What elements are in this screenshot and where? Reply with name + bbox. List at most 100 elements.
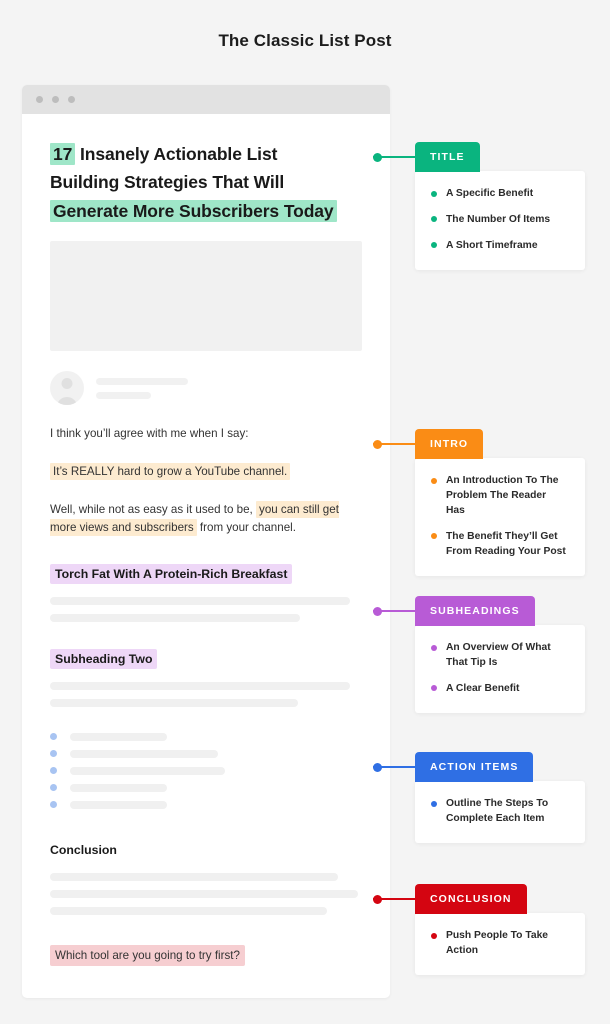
bullet-icon (50, 767, 57, 775)
bullet-icon (431, 477, 437, 484)
bullet-icon (50, 733, 57, 741)
browser-title-bar (22, 85, 390, 114)
list-item-label: An Introduction To The Problem The Reade… (446, 475, 559, 516)
subheading-one-highlight: Torch Fat With A Protein-Rich Breakfast (50, 563, 293, 584)
window-dot-minimize-icon[interactable] (52, 96, 59, 103)
list-item (50, 732, 362, 741)
subheading-one: Torch Fat With A Protein-Rich Breakfast (50, 563, 293, 584)
byline-line-2 (96, 391, 151, 399)
placeholder-bar (70, 732, 167, 741)
avatar-body-shape (56, 397, 78, 406)
bullet-icon (431, 800, 437, 807)
list-item: A Clear Benefit (431, 682, 567, 697)
connector-dot-action-items (373, 762, 382, 772)
list-item: The Benefit They’ll Get From Reading You… (431, 530, 567, 560)
card-subheadings: An Overview Of What That Tip Is A Clear … (415, 625, 585, 713)
badge-intro[interactable]: INTRO (415, 429, 484, 459)
list-item: A Short Timeframe (431, 239, 567, 254)
avatar-head-shape (61, 378, 73, 390)
benefit-text-pre: Well, while not as easy as it used to be… (50, 502, 257, 516)
list-item (50, 766, 362, 775)
subheading-two: Subheading Two (50, 648, 158, 669)
closing-question: Which tool are you going to try first? (50, 944, 245, 966)
bullet-icon (431, 533, 437, 540)
article-headline: 17 Insanely Actionable List Building Str… (50, 140, 362, 225)
connector-dot-intro (373, 439, 382, 449)
list-item: An Overview Of What That Tip Is (431, 641, 567, 671)
conclusion-heading: Conclusion (50, 842, 117, 857)
problem-paragraph: It’s REALLY hard to grow a YouTube chann… (50, 463, 362, 481)
card-intro: An Introduction To The Problem The Reade… (415, 458, 585, 576)
card-title-list: A Specific Benefit The Number Of Items A… (431, 187, 567, 254)
list-item-label: A Clear Benefit (446, 682, 520, 694)
badge-conclusion[interactable]: CONCLUSION (415, 884, 527, 914)
benefit-paragraph: Well, while not as easy as it used to be… (50, 500, 362, 537)
callout-conclusion: CONCLUSION Push People To Take Action (373, 884, 585, 975)
list-item (50, 749, 362, 758)
benefit-text-post: from your channel. (196, 520, 296, 534)
list-item-label: The Benefit They’ll Get From Reading You… (446, 530, 566, 557)
headline-line-1: Insanely Actionable List (75, 144, 278, 164)
connector-dot-conclusion (373, 894, 382, 904)
page-title: The Classic List Post (218, 31, 392, 50)
placeholder-bar (50, 698, 298, 707)
bullet-icon (431, 644, 437, 651)
placeholder-bar (70, 800, 167, 809)
bullet-icon (431, 932, 437, 939)
placeholder-bar (50, 906, 327, 915)
placeholder-bar (50, 613, 300, 622)
callout-title: TITLE A Specific Benefit The Number Of I… (373, 142, 585, 270)
card-subheadings-list: An Overview Of What That Tip Is A Clear … (431, 641, 567, 697)
browser-mockup: 17 Insanely Actionable List Building Str… (22, 85, 390, 998)
byline-line-1 (96, 377, 188, 385)
infographic-root: The Classic List Post 17 Insanely Action… (0, 0, 610, 1024)
bullet-icon (431, 685, 437, 692)
headline-line-2: Building Strategies That Will (50, 172, 285, 193)
placeholder-bar (50, 889, 358, 898)
list-item: The Number Of Items (431, 213, 567, 228)
intro-paragraph: I think you’ll agree with me when I say: (50, 427, 249, 441)
connector-line-intro (373, 439, 415, 449)
bullet-icon (50, 750, 57, 758)
connector-line-conclusion (373, 894, 415, 904)
placeholder-bar (50, 872, 338, 881)
list-item-label: Outline The Steps To Complete Each Item (446, 798, 549, 824)
article-body: 17 Insanely Actionable List Building Str… (22, 114, 390, 966)
connector-dot-subheadings (373, 606, 382, 616)
window-dot-maximize-icon[interactable] (68, 96, 75, 103)
avatar-icon (50, 371, 84, 406)
card-intro-list: An Introduction To The Problem The Reade… (431, 474, 567, 560)
connector-line-title (373, 152, 415, 162)
placeholder-bar (50, 681, 350, 690)
paragraph-placeholder-group-3 (50, 872, 362, 915)
card-action-items: Outline The Steps To Complete Each Item (415, 781, 585, 843)
byline (50, 371, 362, 406)
placeholder-bar (70, 749, 218, 758)
badge-action-items[interactable]: ACTION ITEMS (415, 752, 534, 782)
card-action-items-list: Outline The Steps To Complete Each Item (431, 797, 567, 827)
bullet-icon (431, 242, 437, 249)
bullet-icon (431, 216, 437, 223)
window-dot-close-icon[interactable] (36, 96, 43, 103)
callout-action-items: ACTION ITEMS Outline The Steps To Comple… (373, 752, 585, 843)
badge-subheadings[interactable]: SUBHEADINGS (415, 596, 535, 626)
list-item-label: A Short Timeframe (446, 239, 538, 251)
list-item: A Specific Benefit (431, 187, 567, 202)
paragraph-placeholder-group-2 (50, 681, 362, 707)
badge-title[interactable]: TITLE (415, 142, 480, 172)
callout-intro: INTRO An Introduction To The Problem The… (373, 429, 585, 576)
headline-number-highlight: 17 (50, 143, 76, 165)
list-item: An Introduction To The Problem The Reade… (431, 474, 567, 519)
card-conclusion-list: Push People To Take Action (431, 929, 567, 959)
bullet-icon (50, 784, 57, 792)
problem-highlight: It’s REALLY hard to grow a YouTube chann… (50, 463, 291, 480)
card-title: A Specific Benefit The Number Of Items A… (415, 171, 585, 270)
list-item (50, 800, 362, 809)
list-item-label: A Specific Benefit (446, 188, 534, 199)
action-items-placeholder-list (50, 732, 362, 809)
bullet-icon (431, 190, 437, 197)
hero-image-placeholder (50, 241, 362, 352)
placeholder-bar (70, 766, 225, 775)
list-item (50, 783, 362, 792)
subheading-two-highlight: Subheading Two (50, 648, 158, 669)
